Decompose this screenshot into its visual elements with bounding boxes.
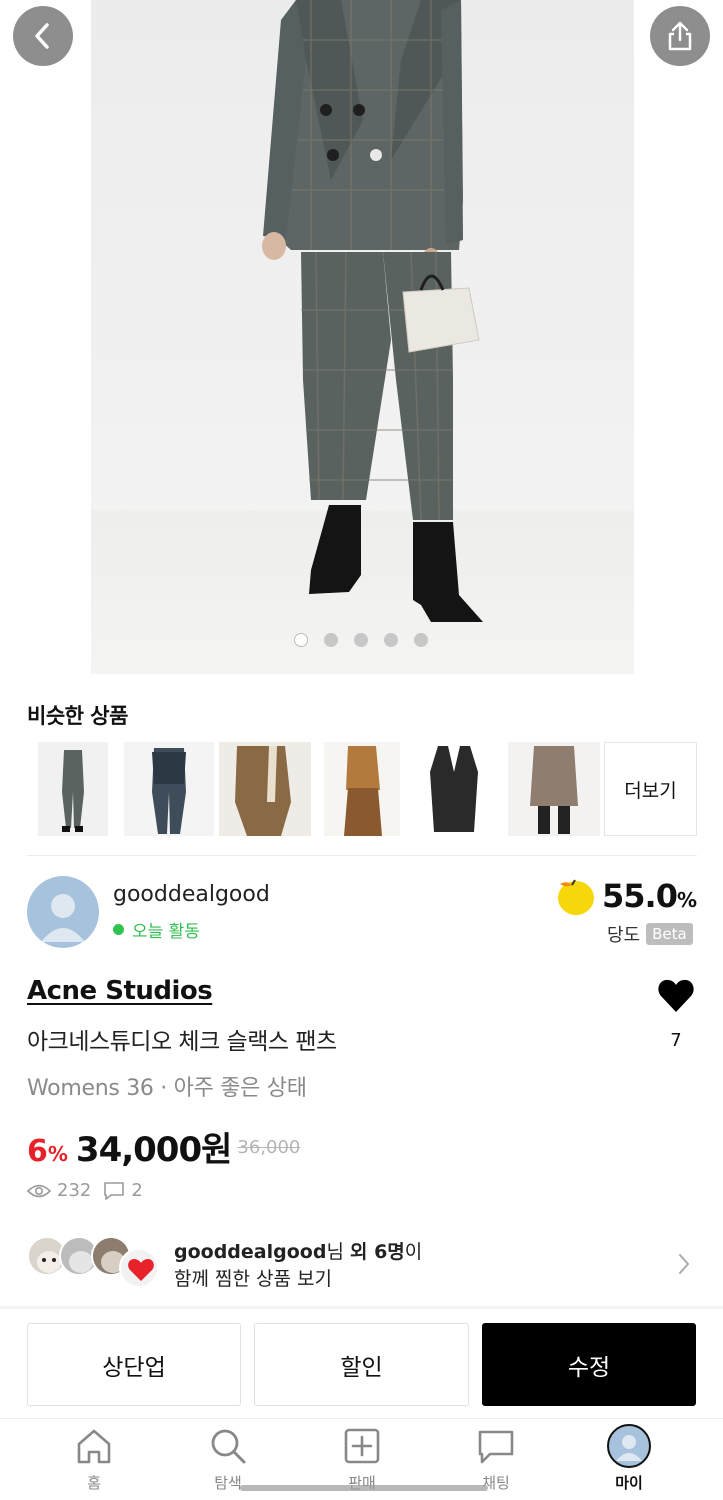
price: 34,000원 [75, 1130, 232, 1170]
product-photo[interactable] [91, 0, 634, 674]
share-button[interactable] [650, 6, 710, 66]
similar-product-thumb[interactable] [508, 742, 600, 836]
similar-product-thumb[interactable] [124, 742, 214, 836]
seller-avatar[interactable] [27, 876, 99, 948]
home-icon [77, 1429, 111, 1464]
brand-link[interactable]: Acne Studios [27, 976, 213, 1006]
tab-chat[interactable]: 채팅 [446, 1426, 546, 1493]
discount-unit: % [47, 1142, 68, 1166]
seller-activity: 오늘 활동 [113, 917, 200, 942]
score-label: 당도 [607, 925, 641, 946]
lemon-icon [558, 879, 594, 915]
product-title: 아크네스튜디오 체크 슬랙스 팬츠 [27, 1029, 337, 1055]
edit-button[interactable]: 수정 [482, 1323, 696, 1406]
search-icon [211, 1429, 246, 1464]
online-dot-icon [113, 924, 124, 935]
wish-suffix: 이 [404, 1241, 423, 1263]
seller-name[interactable]: gooddealgood [113, 882, 270, 907]
carousel-dot[interactable] [384, 633, 398, 647]
similar-product-thumb[interactable] [38, 742, 108, 836]
similar-product-thumb[interactable] [219, 742, 311, 836]
heart-icon[interactable] [656, 976, 696, 1016]
wish-together-line1[interactable]: gooddealgood님 외 6명이 [174, 1237, 422, 1264]
divider [27, 855, 697, 856]
chevron-left-icon [35, 23, 49, 49]
carousel-dot[interactable] [414, 633, 428, 647]
tab-my[interactable]: 마이 [579, 1424, 679, 1493]
wish-nim: 님 [326, 1241, 350, 1263]
discount-rate: 6 [27, 1134, 48, 1169]
chat-icon [478, 1430, 514, 1464]
product-size-condition: Womens 36 · 아주 좋은 상태 [27, 1076, 307, 1101]
tab-my-label: 마이 [615, 1474, 643, 1492]
back-button[interactable] [13, 6, 73, 66]
model-illustration [262, 0, 483, 622]
heart-badge [119, 1248, 159, 1288]
carousel-dot[interactable] [294, 633, 308, 647]
comment-count: 2 [131, 1180, 143, 1201]
plus-square-icon [344, 1428, 380, 1464]
share-icon [668, 21, 692, 51]
carousel-indicator [294, 633, 428, 647]
bump-button[interactable]: 상단업 [27, 1323, 241, 1406]
product-image-carousel[interactable] [0, 0, 723, 674]
wish-together-link[interactable]: 함께 찜한 상품 보기 [174, 1264, 332, 1291]
similar-products-list: 더보기 [27, 742, 697, 836]
tab-home-label: 홈 [87, 1474, 101, 1492]
user-placeholder-icon [41, 894, 85, 942]
similar-product-thumb[interactable] [324, 742, 400, 836]
tab-home[interactable]: 홈 [44, 1426, 144, 1493]
more-similar-button[interactable]: 더보기 [604, 742, 697, 836]
like-count: 7 [670, 1030, 682, 1051]
discount-button[interactable]: 할인 [254, 1323, 469, 1406]
wish-user-name: gooddealgood [174, 1241, 327, 1263]
wish-user-avatars[interactable] [27, 1236, 167, 1288]
home-indicator [240, 1485, 488, 1491]
score-value: 55.0 [602, 877, 678, 915]
product-stats: 232 2 [27, 1180, 143, 1201]
tab-search-label: 탐색 [214, 1474, 242, 1492]
chevron-right-icon[interactable] [676, 1252, 692, 1276]
red-heart-icon [128, 1259, 154, 1281]
seller-score[interactable]: 55.0 % [554, 876, 697, 916]
tab-search[interactable]: 탐색 [178, 1426, 278, 1493]
carousel-dot[interactable] [324, 633, 338, 647]
beta-badge: Beta [646, 923, 693, 945]
score-label-row: 당도 Beta [607, 921, 693, 947]
original-price: 36,000 [237, 1137, 301, 1158]
tab-sell[interactable]: 판매 [312, 1426, 412, 1493]
price-row: 6 % 34,000원 36,000 [27, 1122, 300, 1171]
comment-icon [104, 1181, 125, 1200]
similar-product-thumb[interactable] [412, 742, 496, 836]
divider [0, 1306, 723, 1309]
profile-avatar-icon [607, 1424, 651, 1468]
score-unit: % [676, 888, 697, 912]
carousel-dot[interactable] [354, 633, 368, 647]
wish-others: 외 6명 [349, 1241, 405, 1263]
similar-products-title: 비슷한 상품 [27, 704, 128, 728]
seller-activity-label: 오늘 활동 [132, 922, 200, 942]
view-count: 232 [57, 1180, 92, 1201]
divider [0, 1418, 723, 1419]
eye-icon [27, 1184, 51, 1197]
